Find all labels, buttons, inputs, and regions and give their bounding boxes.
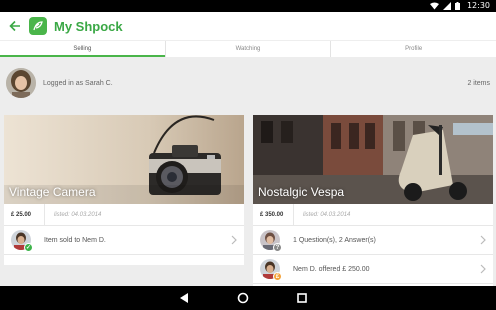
question-icon: ? (273, 243, 282, 252)
chevron-right-icon (480, 264, 486, 274)
item-image[interactable]: Nostalgic Vespa (253, 115, 493, 204)
nav-recents-button[interactable] (295, 291, 309, 305)
item-count: 2 items (467, 80, 490, 87)
offer-icon: £ (273, 272, 282, 281)
item-title: Nostalgic Vespa (258, 185, 345, 199)
item-image[interactable]: Vintage Camera (4, 115, 244, 204)
battery-icon (455, 2, 460, 10)
listed-date: listed: 04.03.2014 (44, 204, 101, 225)
buyer-avatar: ✓ (11, 230, 33, 252)
app-bar: My Shpock (0, 12, 496, 40)
recents-square-icon (297, 293, 307, 303)
avatar[interactable] (6, 68, 36, 98)
logged-in-text: Logged in as Sarah C. (43, 80, 113, 87)
shpock-logo-icon (29, 17, 47, 35)
activity-row[interactable]: ✓ Item sold to Nem D. (4, 226, 244, 255)
home-circle-icon (237, 292, 249, 304)
back-button[interactable] (4, 15, 26, 37)
user-info-row: Logged in as Sarah C. 2 items (0, 62, 496, 104)
tab-watching[interactable]: Watching (166, 41, 332, 57)
check-icon: ✓ (24, 243, 33, 252)
activity-text: Nem D. offered £ 250.00 (293, 265, 370, 273)
bidder-avatar: £ (260, 259, 282, 281)
activity-row[interactable]: ? 1 Question(s), 2 Answer(s) (253, 226, 493, 255)
signal-icon (443, 2, 451, 10)
chevron-right-icon (231, 235, 237, 245)
chevron-right-icon (480, 235, 486, 245)
asker-avatar: ? (260, 230, 282, 252)
item-price: £ 25.00 (11, 211, 32, 218)
activity-text: 1 Question(s), 2 Answer(s) (293, 236, 376, 244)
nav-back-button[interactable] (177, 291, 191, 305)
status-bar: 12:30 (0, 0, 496, 12)
tab-profile[interactable]: Profile (331, 41, 496, 57)
item-price: £ 350.00 (260, 211, 284, 218)
item-card-nostalgic-vespa[interactable]: Nostalgic Vespa £ 350.00 listed: 04.03.2… (253, 115, 493, 295)
tab-selling[interactable]: Selling (0, 41, 166, 57)
tab-bar: Selling Watching Profile (0, 40, 496, 57)
activity-row[interactable]: £ Nem D. offered £ 250.00 (253, 255, 493, 284)
item-title: Vintage Camera (9, 185, 96, 199)
nav-home-button[interactable] (236, 291, 250, 305)
app-title: My Shpock (54, 18, 123, 34)
listed-date: listed: 04.03.2014 (293, 204, 350, 225)
status-time: 12:30 (466, 1, 490, 10)
back-triangle-icon (180, 293, 188, 303)
activity-text: Item sold to Nem D. (44, 236, 106, 244)
wifi-icon (430, 2, 439, 10)
navigation-bar (0, 286, 496, 310)
price-row: £ 25.00 listed: 04.03.2014 (4, 204, 244, 226)
price-row: £ 350.00 listed: 04.03.2014 (253, 204, 493, 226)
arrow-left-icon (9, 20, 20, 32)
item-card-vintage-camera[interactable]: Vintage Camera £ 25.00 listed: 04.03.201… (4, 115, 244, 265)
